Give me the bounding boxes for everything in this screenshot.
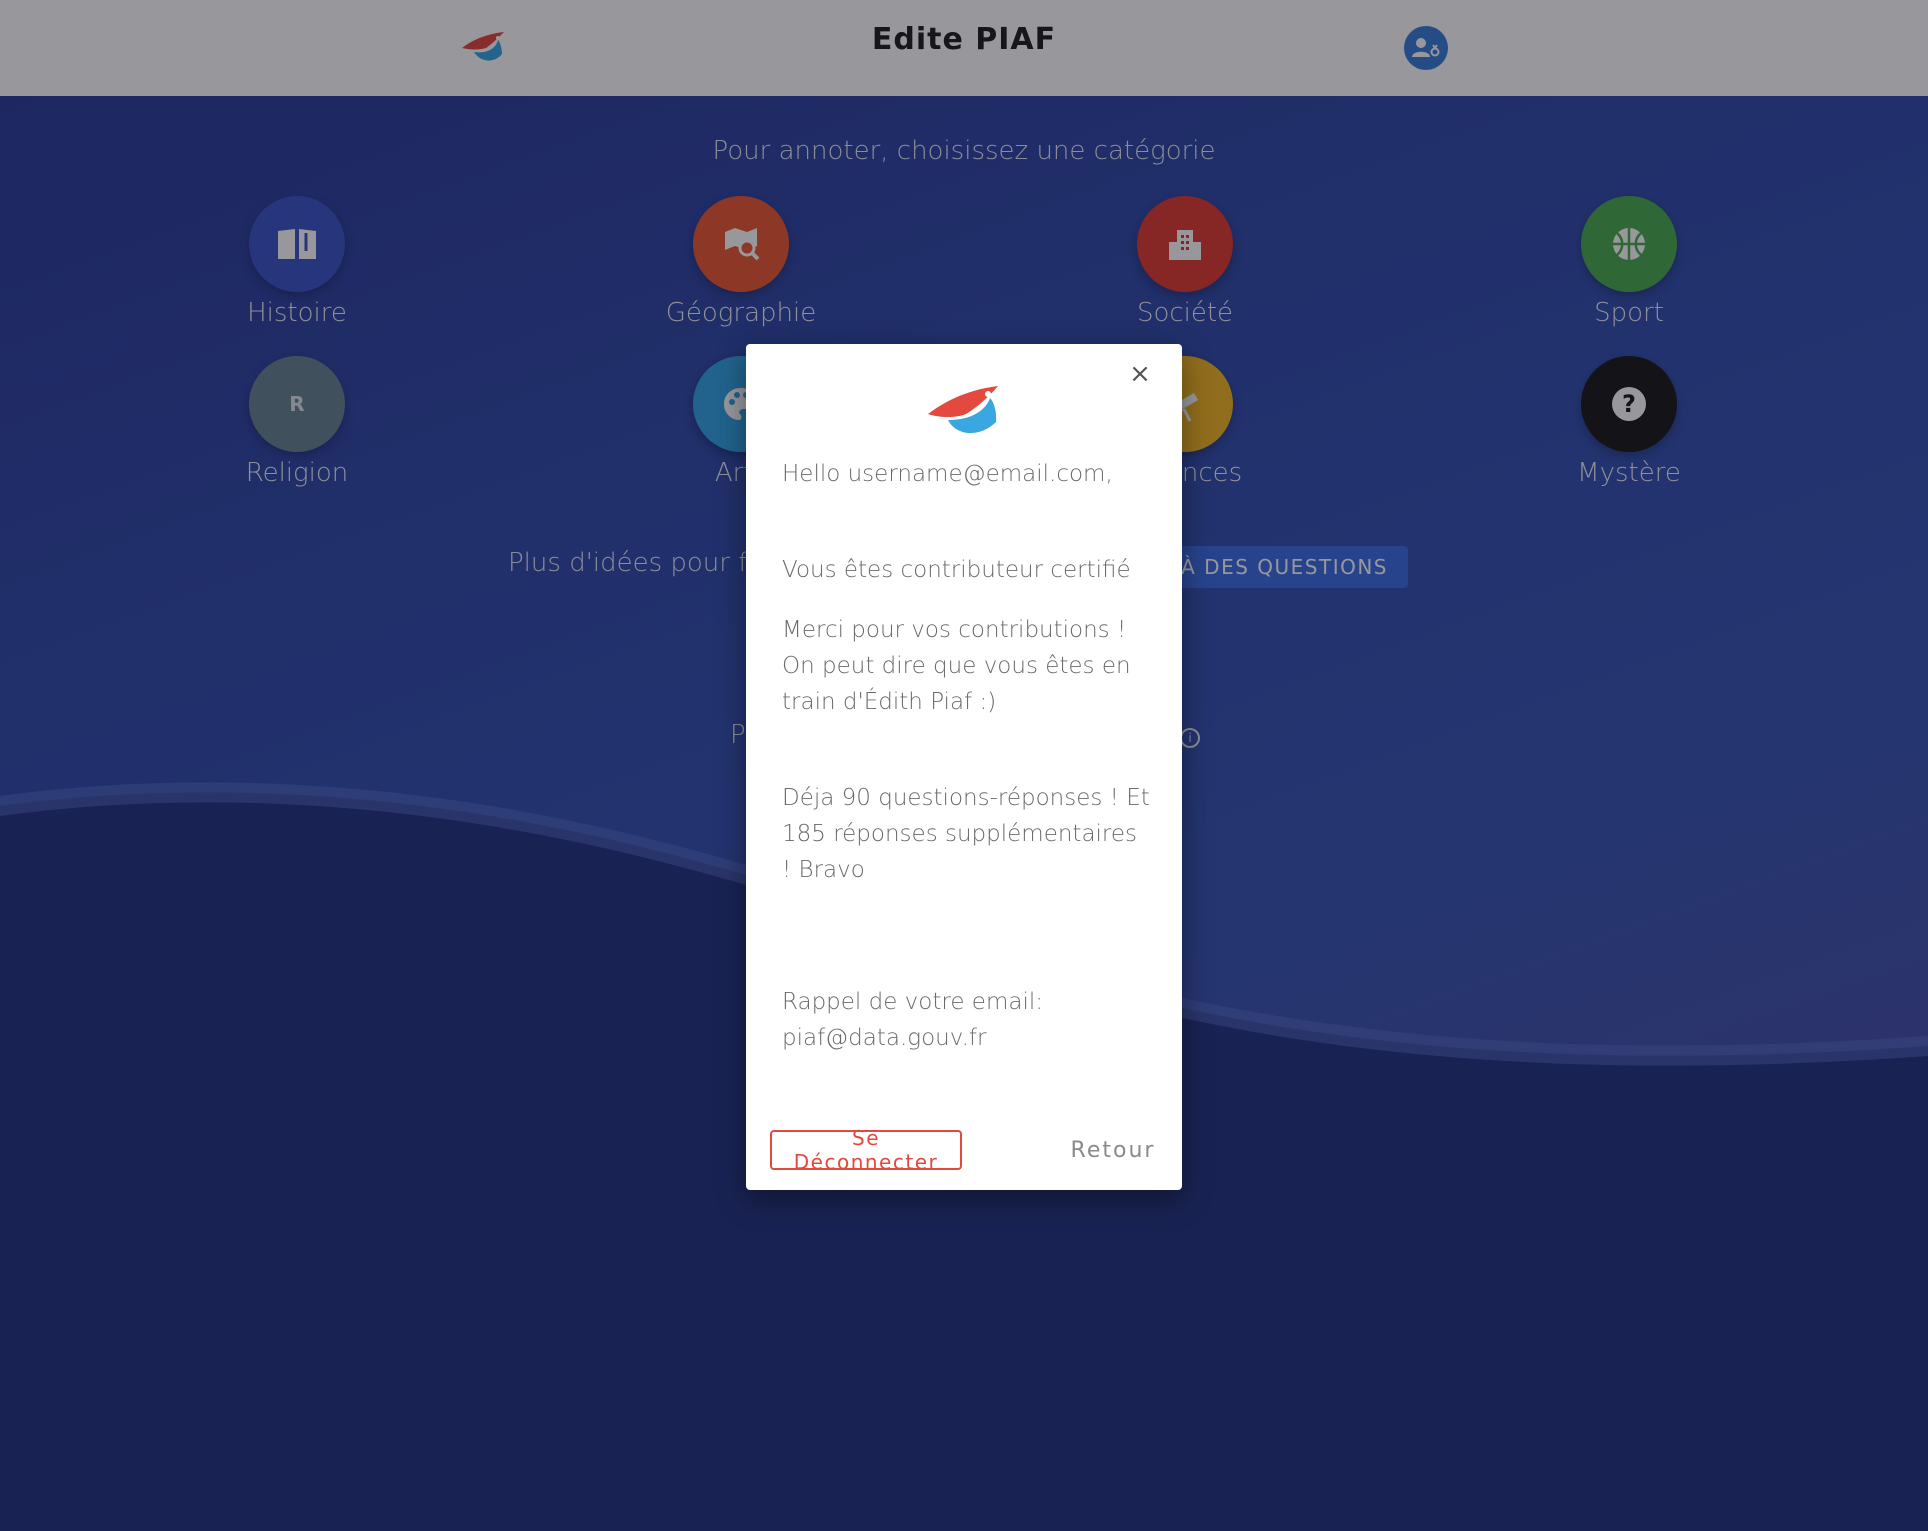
stats-text: Déja 90 questions-réponses ! Et 185 répo… xyxy=(782,785,1150,883)
user-profile-dialog: × Hello username@email.com, Vous êtes co… xyxy=(746,344,1182,1190)
greeting-text: Hello username@email.com, xyxy=(782,461,1113,487)
logout-button[interactable]: Se Déconnecter xyxy=(770,1126,962,1174)
email-reminder-text: Rappel de votre email: piaf@data.gouv.fr xyxy=(782,989,1043,1051)
certified-text: Vous êtes contributeur certifié xyxy=(782,557,1131,583)
back-button[interactable]: Retour xyxy=(1058,1130,1168,1170)
thanks-text: Merci pour vos contributions ! On peut d… xyxy=(782,617,1131,715)
piaf-bird-logo-icon xyxy=(926,376,1002,438)
close-icon[interactable]: × xyxy=(1128,361,1152,387)
